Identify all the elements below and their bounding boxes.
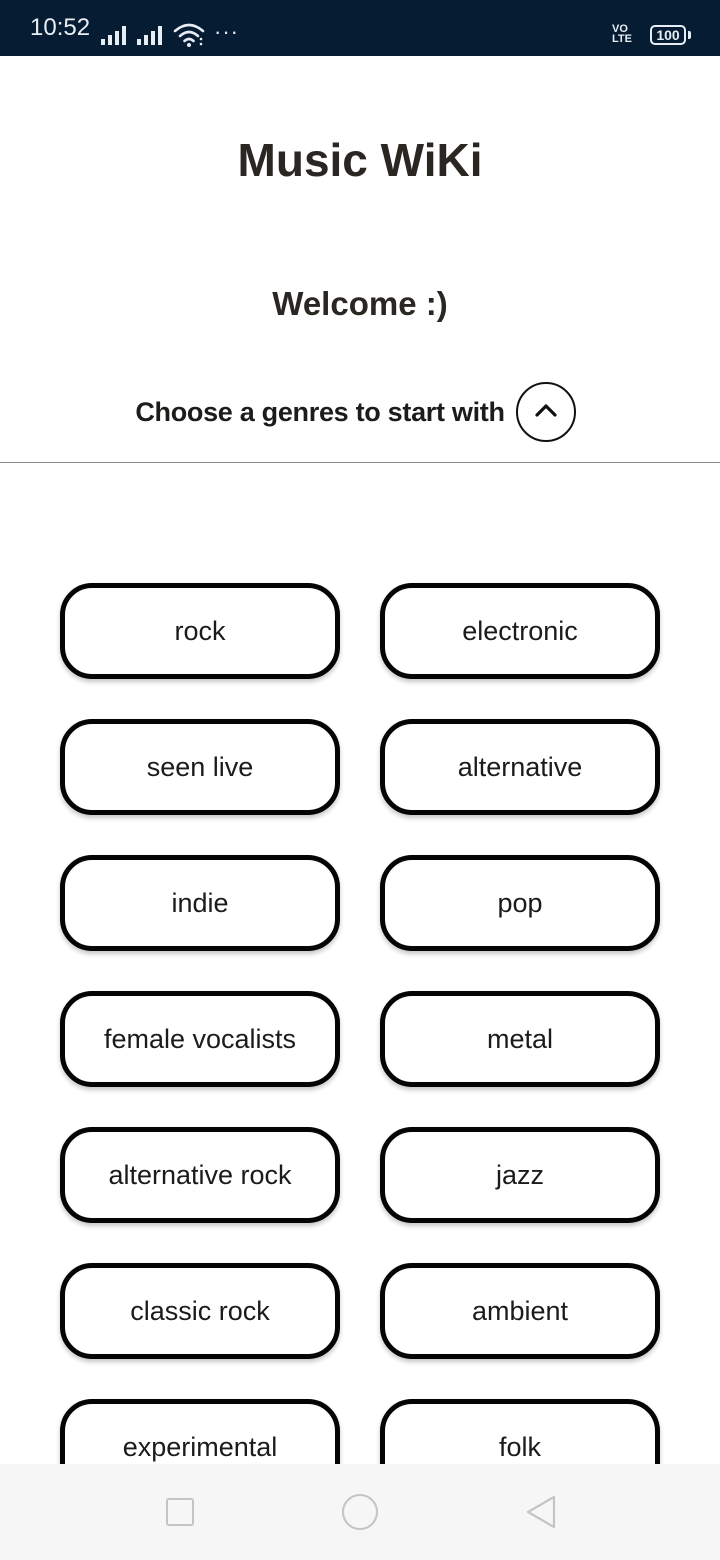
signal-icon	[137, 25, 165, 45]
genre-prompt-row: Choose a genres to start with	[0, 380, 720, 444]
genre-chip-pop[interactable]: pop	[380, 855, 660, 951]
welcome-text: Welcome :)	[272, 285, 448, 322]
battery-icon: 100	[650, 25, 686, 45]
status-bar: 10:52 ··· VO LTE 100	[0, 0, 720, 56]
genre-chip-seen-live[interactable]: seen live	[60, 719, 340, 815]
genre-prompt-text: Choose a genres to start with	[135, 397, 505, 427]
genre-chip-experimental[interactable]: experimental	[60, 1399, 340, 1464]
genre-chip-folk[interactable]: folk	[380, 1399, 660, 1464]
genre-list[interactable]: rock electronic seen live alternative in…	[0, 463, 720, 1464]
back-icon[interactable]	[524, 1494, 558, 1530]
genre-chip-indie[interactable]: indie	[60, 855, 340, 951]
genre-chip-female-vocalists[interactable]: female vocalists	[60, 991, 340, 1087]
home-icon[interactable]	[342, 1494, 378, 1530]
battery-tip	[688, 31, 691, 39]
genre-chip-electronic[interactable]: electronic	[380, 583, 660, 679]
more-dots-icon: ···	[214, 19, 239, 44]
app-title: Music WiKi	[237, 134, 483, 186]
recents-icon[interactable]	[166, 1498, 194, 1526]
status-time: 10:52	[30, 14, 91, 41]
wifi-icon	[173, 23, 205, 47]
genre-grid: rock electronic seen live alternative in…	[60, 583, 660, 1464]
volte-icon: VO LTE	[612, 23, 632, 45]
genre-chip-metal[interactable]: metal	[380, 991, 660, 1087]
app-screen: 10:52 ··· VO LTE 100 Music WiKi Welcome …	[0, 0, 720, 1560]
genre-chip-alternative[interactable]: alternative	[380, 719, 660, 815]
signal-icon	[101, 25, 129, 45]
genre-chip-jazz[interactable]: jazz	[380, 1127, 660, 1223]
collapse-genres-button[interactable]	[516, 382, 576, 442]
genre-chip-rock[interactable]: rock	[60, 583, 340, 679]
system-nav-bar	[0, 1464, 720, 1560]
chevron-up-icon	[535, 404, 557, 417]
genre-chip-classic-rock[interactable]: classic rock	[60, 1263, 340, 1359]
genre-chip-alternative-rock[interactable]: alternative rock	[60, 1127, 340, 1223]
genre-chip-ambient[interactable]: ambient	[380, 1263, 660, 1359]
